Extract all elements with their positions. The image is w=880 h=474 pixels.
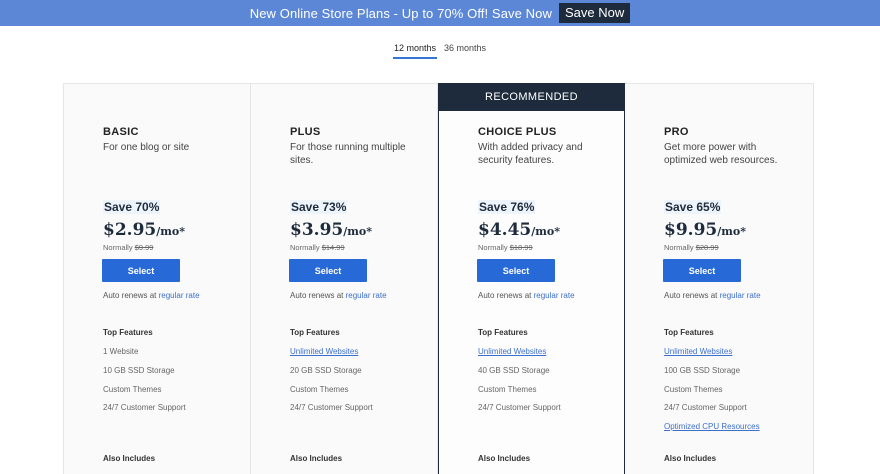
- feature-link[interactable]: Unlimited Websites: [290, 347, 358, 356]
- auto-renews-label: Auto renews at: [103, 291, 157, 300]
- term-36-months-tab[interactable]: 36 months: [443, 43, 487, 59]
- term-12-months-tab[interactable]: 12 months: [392, 43, 437, 59]
- select-choice-plus-button[interactable]: Select: [477, 259, 555, 282]
- plan-normal-price: Normally $28.99: [664, 243, 719, 252]
- plan-description: For those running multiple sites.: [290, 142, 406, 166]
- select-pro-button[interactable]: Select: [663, 259, 741, 282]
- plan-normal-price: Normally $9.99: [103, 243, 153, 252]
- feature-item: 1 Website: [103, 347, 139, 356]
- plan-savings-badge: Save 65%: [664, 200, 722, 214]
- plan-price: $9.95/mo*: [664, 220, 746, 240]
- save-now-button[interactable]: Save Now: [559, 3, 631, 23]
- plan-price: $4.45/mo*: [478, 220, 560, 240]
- normally-label: Normally: [664, 243, 694, 252]
- plan-name: PRO: [664, 126, 689, 138]
- normal-price-value: $28.99: [695, 243, 719, 252]
- plan-card-plus: PLUS For those running multiple sites. S…: [251, 84, 438, 474]
- normal-price-value: $9.99: [134, 243, 154, 252]
- normal-price-value: $14.99: [321, 243, 345, 252]
- regular-rate-link[interactable]: regular rate: [346, 291, 387, 300]
- feature-link[interactable]: Unlimited Websites: [664, 347, 732, 356]
- banner-text: New Online Store Plans - Up to 70% Off! …: [249, 5, 552, 21]
- regular-rate-link[interactable]: regular rate: [159, 291, 200, 300]
- price-amount: $9.95: [664, 220, 718, 240]
- auto-renews-label: Auto renews at: [664, 291, 718, 300]
- feature-item: 24/7 Customer Support: [290, 403, 373, 412]
- feature-link[interactable]: Unlimited Websites: [478, 347, 546, 356]
- regular-rate-link[interactable]: regular rate: [720, 291, 761, 300]
- normally-label: Normally: [478, 243, 508, 252]
- top-features-heading: Top Features: [290, 328, 340, 337]
- plan-name: CHOICE PLUS: [478, 126, 557, 138]
- feature-link[interactable]: Optimized CPU Resources: [664, 422, 760, 431]
- feature-item: 20 GB SSD Storage: [290, 366, 362, 375]
- promo-banner: New Online Store Plans - Up to 70% Off! …: [0, 0, 880, 26]
- regular-rate-link[interactable]: regular rate: [534, 291, 575, 300]
- plans-grid: BASIC For one blog or site Save 70% $2.9…: [63, 83, 814, 474]
- plan-price: $3.95/mo*: [290, 220, 372, 240]
- feature-item: 24/7 Customer Support: [103, 403, 186, 412]
- feature-item: 40 GB SSD Storage: [478, 366, 550, 375]
- price-period: /mo*: [531, 225, 560, 238]
- price-period: /mo*: [343, 225, 372, 238]
- feature-item: 24/7 Customer Support: [478, 403, 561, 412]
- plan-card-choice-plus: RECOMMENDED CHOICE PLUS With added priva…: [438, 83, 625, 474]
- plan-description: For one blog or site: [103, 142, 190, 153]
- plan-description: Get more power with optimized web resour…: [664, 142, 778, 166]
- feature-item: Custom Themes: [664, 385, 723, 394]
- also-includes-heading: Also Includes: [478, 454, 531, 463]
- price-period: /mo*: [156, 225, 185, 238]
- renewal-note: Auto renews at regular rate: [478, 291, 575, 300]
- price-period: /mo*: [717, 225, 746, 238]
- select-basic-button[interactable]: Select: [102, 259, 180, 282]
- feature-item: 100 GB SSD Storage: [664, 366, 741, 375]
- price-amount: $2.95: [103, 220, 157, 240]
- select-plus-button[interactable]: Select: [289, 259, 367, 282]
- top-features-heading: Top Features: [103, 328, 153, 337]
- plan-price: $2.95/mo*: [103, 220, 185, 240]
- feature-item: Custom Themes: [103, 385, 162, 394]
- also-includes-heading: Also Includes: [290, 454, 343, 463]
- also-includes-heading: Also Includes: [103, 454, 156, 463]
- auto-renews-label: Auto renews at: [478, 291, 532, 300]
- plan-savings-badge: Save 73%: [290, 200, 348, 214]
- plan-card-pro: PRO Get more power with optimized web re…: [625, 84, 812, 474]
- normal-price-value: $18.99: [509, 243, 533, 252]
- feature-item: 10 GB SSD Storage: [103, 366, 175, 375]
- renewal-note: Auto renews at regular rate: [664, 291, 761, 300]
- feature-item: Custom Themes: [478, 385, 537, 394]
- plan-normal-price: Normally $18.99: [478, 243, 533, 252]
- normally-label: Normally: [290, 243, 320, 252]
- plan-savings-badge: Save 70%: [103, 200, 161, 214]
- plan-normal-price: Normally $14.99: [290, 243, 345, 252]
- auto-renews-label: Auto renews at: [290, 291, 344, 300]
- plan-name: PLUS: [290, 126, 321, 138]
- renewal-note: Auto renews at regular rate: [290, 291, 387, 300]
- feature-item: 24/7 Customer Support: [664, 403, 747, 412]
- price-amount: $4.45: [478, 220, 532, 240]
- top-features-heading: Top Features: [664, 328, 714, 337]
- top-features-heading: Top Features: [478, 328, 528, 337]
- plan-card-basic: BASIC For one blog or site Save 70% $2.9…: [64, 84, 251, 474]
- plan-description: With added privacy and security features…: [478, 142, 583, 166]
- term-selector: 12 months 36 months: [0, 43, 880, 59]
- renewal-note: Auto renews at regular rate: [103, 291, 200, 300]
- also-includes-heading: Also Includes: [664, 454, 717, 463]
- plan-savings-badge: Save 76%: [478, 200, 536, 214]
- normally-label: Normally: [103, 243, 133, 252]
- price-amount: $3.95: [290, 220, 344, 240]
- feature-item: Custom Themes: [290, 385, 349, 394]
- plan-name: BASIC: [103, 126, 139, 138]
- recommended-badge: RECOMMENDED: [438, 83, 625, 111]
